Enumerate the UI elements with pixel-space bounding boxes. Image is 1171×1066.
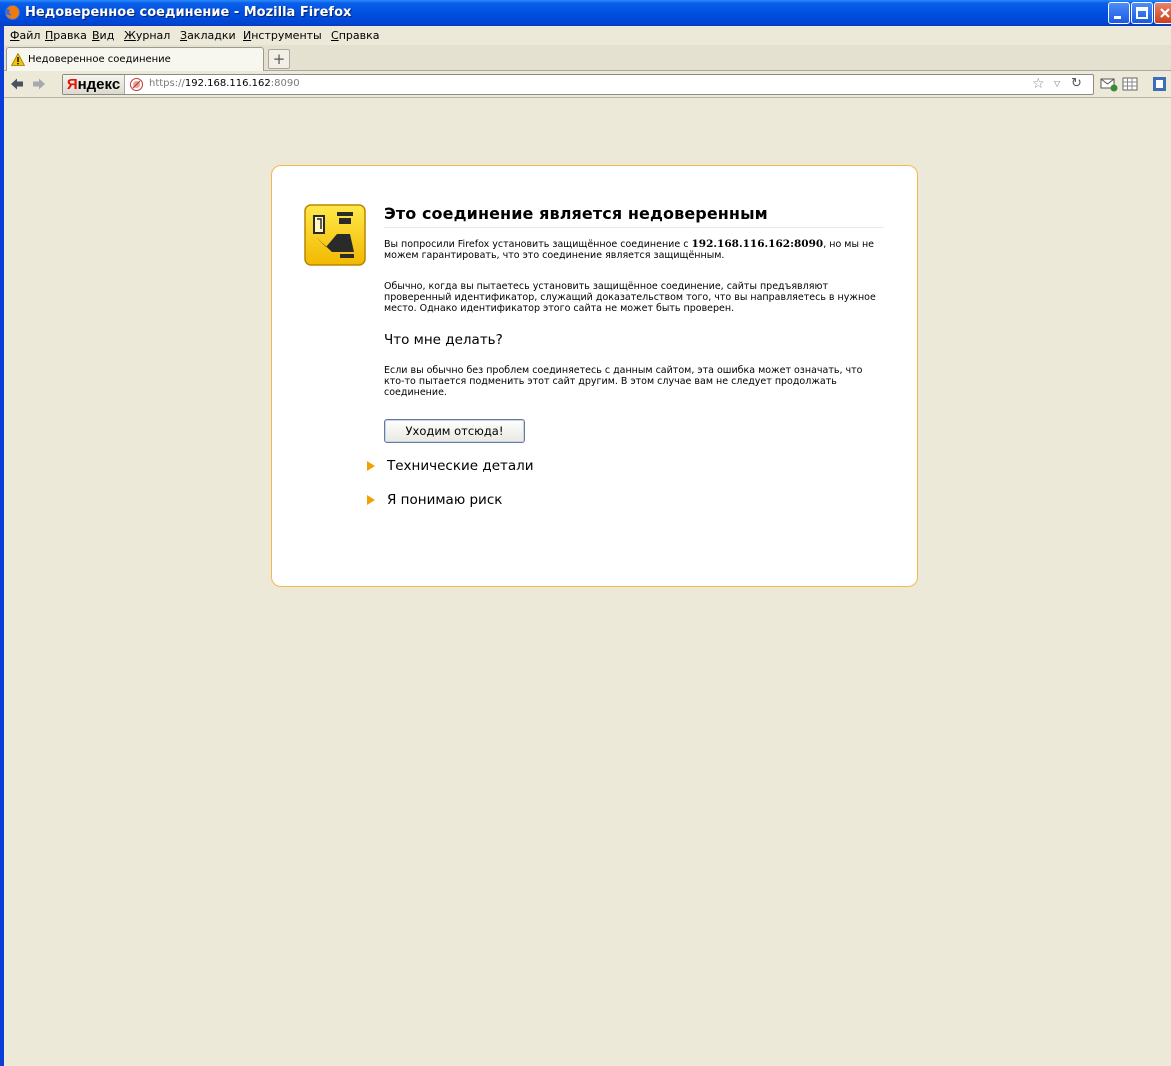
close-icon — [1160, 8, 1170, 18]
history-dropdown-icon[interactable]: ▽ — [1054, 79, 1060, 88]
error-explanation-text: Обычно, когда вы пытаетесь установить за… — [384, 281, 876, 314]
police-officer-icon — [304, 204, 366, 266]
error-box: Это соединение является недоверенным Вы … — [271, 165, 918, 587]
minimize-icon — [1114, 16, 1121, 19]
url-text[interactable]: https://192.168.116.162:8090 — [149, 78, 300, 89]
new-tab-button[interactable]: + — [268, 49, 290, 69]
menu-help[interactable]: Справка — [331, 29, 379, 42]
expander-arrow-icon — [367, 495, 375, 505]
title-bar[interactable]: Недоверенное соединение - Mozilla Firefo… — [0, 0, 1171, 26]
mail-icon[interactable] — [1100, 76, 1118, 92]
expander-arrow-icon — [367, 461, 375, 471]
menu-bar: Файл Правка Вид Журнал Закладки Инструме… — [4, 26, 1171, 45]
browser-window: Недоверенное соединение - Mozilla Firefo… — [0, 0, 1171, 1066]
warning-icon — [11, 53, 25, 66]
what-to-do-text: Если вы обычно без проблем соединяетесь … — [384, 365, 863, 398]
window-title: Недоверенное соединение - Mozilla Firefo… — [25, 5, 352, 20]
menu-tools[interactable]: Инструменты — [243, 29, 322, 42]
error-title: Это соединение является недоверенным — [384, 204, 884, 228]
tab-strip: Недоверенное соединение + — [4, 45, 1171, 72]
page-content: Это соединение является недоверенным Вы … — [4, 99, 1171, 1066]
navigation-bar: Яндекс https://192.168.116.162:8090 ☆ ▽ … — [4, 71, 1171, 98]
reload-icon[interactable]: ↻ — [1071, 76, 1082, 91]
yandex-button[interactable]: Яндекс — [63, 75, 125, 94]
menu-view[interactable]: Вид — [92, 29, 114, 42]
error-host: 192.168.116.162:8090 — [691, 238, 824, 250]
url-bar[interactable]: Яндекс https://192.168.116.162:8090 ☆ ▽ … — [62, 74, 1094, 95]
bookmark-star-icon[interactable]: ☆ — [1032, 76, 1045, 92]
error-intro-text: Вы попросили Firefox установить защищённ… — [384, 238, 875, 262]
menu-file[interactable]: Файл — [10, 29, 40, 42]
grid-icon[interactable] — [1121, 76, 1139, 92]
get-me-out-button[interactable]: Уходим отсюда! — [384, 419, 525, 443]
menu-history[interactable]: Журнал — [124, 29, 170, 42]
menu-edit[interactable]: Правка — [45, 29, 87, 42]
tab-label: Недоверенное соединение — [28, 54, 171, 65]
extension-icon[interactable] — [1151, 76, 1169, 92]
minimize-button[interactable] — [1108, 2, 1130, 24]
back-icon[interactable] — [10, 77, 24, 91]
client-area: Файл Правка Вид Журнал Закладки Инструме… — [4, 26, 1171, 1066]
menu-bookmarks[interactable]: Закладки — [180, 29, 236, 42]
site-identity-icon[interactable] — [130, 78, 143, 91]
understand-risk-label: Я понимаю риск — [387, 492, 503, 508]
tab-untrusted-connection[interactable]: Недоверенное соединение — [6, 47, 264, 72]
maximize-icon — [1136, 7, 1148, 19]
close-button[interactable] — [1154, 2, 1171, 24]
forward-icon[interactable] — [32, 77, 46, 91]
what-to-do-heading: Что мне делать? — [384, 332, 503, 348]
technical-details-label: Технические детали — [387, 458, 534, 474]
firefox-icon — [5, 5, 20, 20]
maximize-button[interactable] — [1131, 2, 1153, 24]
